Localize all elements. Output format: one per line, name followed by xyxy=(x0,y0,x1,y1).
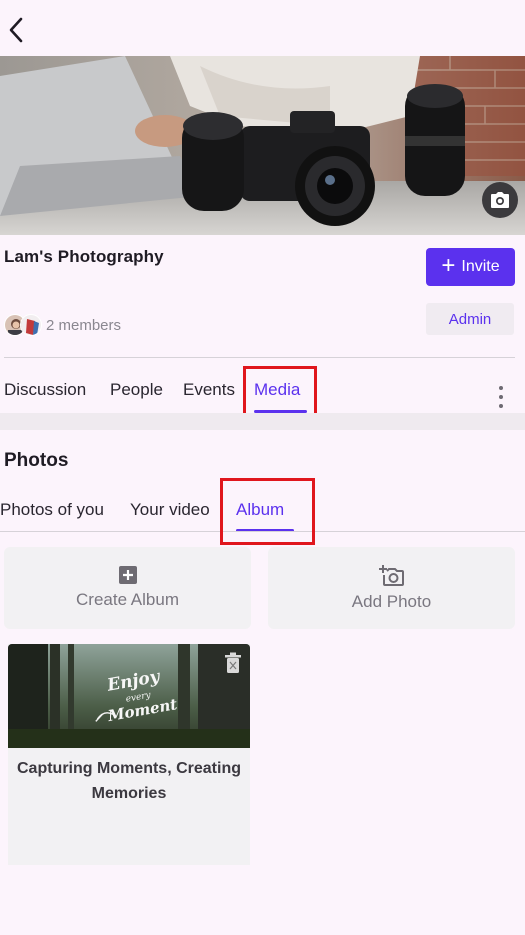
divider xyxy=(4,357,515,358)
section-separator xyxy=(0,413,525,430)
more-options-button[interactable] xyxy=(491,384,511,410)
add-box-icon xyxy=(118,566,137,584)
create-album-button[interactable]: Create Album xyxy=(4,547,251,629)
change-cover-button[interactable] xyxy=(482,182,518,218)
delete-album-button[interactable] xyxy=(224,652,242,674)
add-camera-icon xyxy=(378,565,404,586)
invite-button[interactable]: + Invite xyxy=(426,248,515,286)
back-button[interactable] xyxy=(2,12,30,48)
album-card[interactable]: Enjoy every Moment Capturing Moments, Cr… xyxy=(8,644,250,865)
section-title: Photos xyxy=(4,450,69,471)
member-avatar xyxy=(20,314,42,336)
album-title: Capturing Moments, Creating Memories xyxy=(16,760,241,802)
more-vertical-icon xyxy=(499,386,503,390)
add-photo-button[interactable]: Add Photo xyxy=(268,547,515,629)
back-arrow-icon xyxy=(9,17,23,43)
top-bar xyxy=(0,0,525,56)
plus-icon: + xyxy=(441,252,456,279)
tab-people[interactable]: People xyxy=(110,380,163,400)
create-album-label: Create Album xyxy=(76,590,179,609)
camera-icon xyxy=(491,192,509,208)
group-cover-image xyxy=(0,56,525,235)
album-thumbnail: Enjoy every Moment xyxy=(8,644,250,748)
members-summary[interactable]: 2 members xyxy=(4,314,121,336)
subtab-your-video[interactable]: Your video xyxy=(130,500,210,520)
role-badge: Admin xyxy=(426,303,514,335)
trash-icon xyxy=(225,652,241,673)
add-photo-label: Add Photo xyxy=(351,592,432,611)
highlight-box-album xyxy=(220,478,315,545)
group-name: Lam's Photography xyxy=(4,247,164,266)
subtab-photos-of-you[interactable]: Photos of you xyxy=(0,500,104,520)
invite-label: Invite xyxy=(461,258,500,275)
tab-events[interactable]: Events xyxy=(183,380,235,400)
members-count: 2 members xyxy=(46,316,122,334)
tab-discussion[interactable]: Discussion xyxy=(4,380,86,400)
